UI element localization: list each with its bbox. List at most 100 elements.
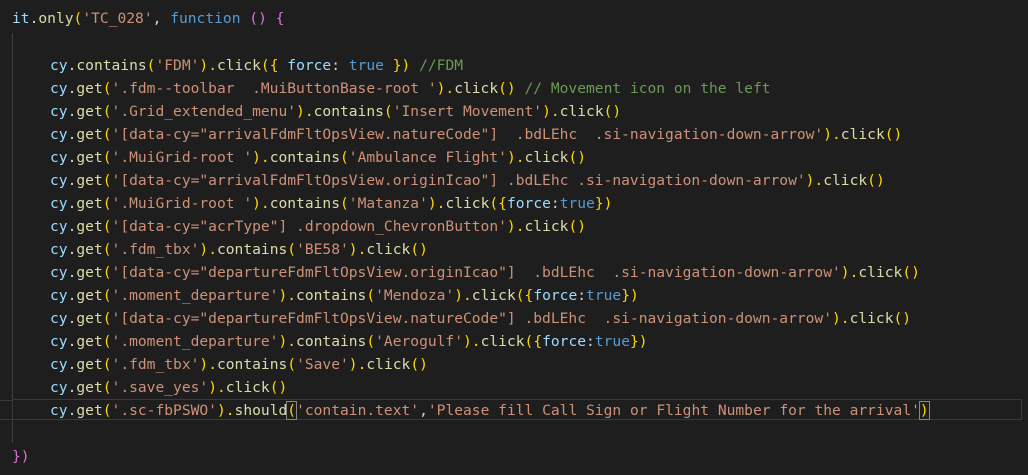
- code-token: (: [286, 401, 298, 420]
- code-line-1[interactable]: it.only('TC_028', function () {: [12, 7, 284, 30]
- code-token: '.MuiGrid-root ': [111, 195, 253, 212]
- code-token: ).: [199, 57, 217, 74]
- code-token: ).: [199, 356, 217, 373]
- code-token: ).: [840, 264, 859, 281]
- code-token: force: [533, 287, 578, 304]
- indent-guide: [12, 33, 13, 443]
- code-token: 'Mendoza': [375, 287, 455, 304]
- code-token: ): [918, 401, 930, 420]
- code-token: :: [586, 333, 595, 350]
- code-token: cy: [50, 333, 68, 350]
- code-token: 'contain.text': [296, 402, 420, 419]
- code-line-3[interactable]: cy.contains('FDM').click({ force: true }…: [50, 54, 463, 77]
- code-token: get: [76, 218, 103, 235]
- code-token: (: [102, 218, 112, 235]
- code-line-6[interactable]: cy.get('[data-cy="arrivalFdmFltOpsView.n…: [50, 123, 902, 146]
- code-token: '.save_yes': [111, 379, 209, 396]
- code-token: '[data-cy="arrivalFdmFltOpsView.originIc…: [111, 172, 806, 189]
- code-line-8[interactable]: cy.get('[data-cy="arrivalFdmFltOpsView.o…: [50, 169, 885, 192]
- code-token: click: [840, 126, 885, 143]
- code-line-20[interactable]: }): [12, 445, 30, 468]
- code-token: contains: [216, 356, 288, 373]
- code-token: '.Grid_extended_menu': [111, 103, 297, 120]
- code-line-10[interactable]: cy.get('[data-cy="acrType"] .dropdown_Ch…: [50, 215, 586, 238]
- code-line-7[interactable]: cy.get('.MuiGrid-root ').contains('Ambul…: [50, 146, 586, 169]
- code-token: ).: [832, 310, 850, 327]
- code-token: 'Save': [296, 356, 349, 373]
- code-line-12[interactable]: cy.get('[data-cy="departureFdmFltOpsView…: [50, 261, 920, 284]
- code-token: click: [366, 241, 411, 258]
- code-token: (: [102, 379, 112, 396]
- code-token: get: [76, 379, 103, 396]
- code-token: '.fdm--toolbar .MuiButtonBase-root ': [111, 80, 437, 97]
- code-token: click: [823, 172, 868, 189]
- code-token: 'Aerogulf': [375, 333, 464, 350]
- code-token: ).: [252, 195, 270, 212]
- code-token: '.fdm_tbx': [111, 356, 200, 373]
- code-token: ).: [436, 80, 455, 97]
- code-token: cy: [50, 264, 68, 281]
- code-token: ).: [805, 172, 824, 189]
- code-token: '.fdm_tbx': [111, 241, 200, 258]
- code-line-5[interactable]: cy.get('.Grid_extended_menu').contains('…: [50, 100, 621, 123]
- code-token: get: [76, 103, 103, 120]
- code-token: force: [542, 333, 587, 350]
- code-token: }): [383, 57, 411, 74]
- code-token: ({: [489, 195, 507, 212]
- code-token: ).: [296, 103, 314, 120]
- code-token: (): [867, 172, 885, 189]
- code-token: (: [102, 80, 112, 97]
- code-token: ).: [454, 287, 472, 304]
- code-token: (): [249, 10, 267, 27]
- code-token: get: [76, 402, 103, 419]
- code-token: (): [568, 218, 587, 235]
- code-token: it: [12, 10, 30, 27]
- code-token: :: [577, 287, 587, 304]
- code-token: 'Insert Movement': [392, 103, 543, 120]
- code-line-4[interactable]: cy.get('.fdm--toolbar .MuiButtonBase-roo…: [50, 77, 771, 100]
- code-token: cy: [50, 172, 68, 189]
- code-token: ).: [278, 333, 297, 350]
- code-token: click: [454, 80, 499, 97]
- code-line-11[interactable]: cy.get('.fdm_tbx').contains('BE58').clic…: [50, 238, 428, 261]
- code-token: (: [102, 310, 112, 327]
- code-token: 'FDM': [155, 57, 200, 74]
- code-token: cy: [50, 57, 68, 74]
- code-token: get: [76, 172, 103, 189]
- code-token: (: [340, 195, 349, 212]
- code-line-18-current[interactable]: cy.get('.sc-fbPSWO').should('contain.tex…: [50, 399, 930, 422]
- code-token: }): [594, 195, 613, 212]
- code-token: get: [76, 310, 103, 327]
- code-token: (): [410, 356, 428, 373]
- code-token: (: [102, 126, 112, 143]
- code-token: :: [550, 195, 560, 212]
- code-line-9[interactable]: cy.get('.MuiGrid-root ').contains('Matan…: [50, 192, 612, 215]
- line-gutter-highlight: [0, 400, 12, 420]
- code-token: (: [73, 10, 83, 27]
- code-token: '[data-cy="departureFdmFltOpsView.nature…: [111, 310, 832, 327]
- code-token: {: [275, 10, 285, 27]
- code-editor[interactable]: it.only('TC_028', function () { cy.conta…: [0, 0, 1028, 475]
- code-line-14[interactable]: cy.get('[data-cy="departureFdmFltOpsView…: [50, 307, 911, 330]
- code-token: click: [559, 103, 604, 120]
- code-token: contains: [269, 149, 340, 166]
- code-token: '[data-cy="departureFdmFltOpsView.origin…: [111, 264, 841, 281]
- code-token: '.moment_departure': [111, 287, 279, 304]
- code-line-13[interactable]: cy.get('.moment_departure').contains('Me…: [50, 284, 639, 307]
- code-token: only: [38, 10, 74, 27]
- code-line-17[interactable]: cy.get('.save_yes').click(): [50, 376, 287, 399]
- code-line-15[interactable]: cy.get('.moment_departure').contains('Ae…: [50, 330, 648, 353]
- code-token: get: [76, 287, 103, 304]
- code-token: (: [102, 264, 112, 281]
- code-token: cy: [50, 126, 68, 143]
- code-token: ).: [216, 402, 235, 419]
- code-token: click: [471, 287, 516, 304]
- code-token: true: [348, 57, 384, 74]
- code-token: 'Please fill Call Sign or Flight Number …: [427, 402, 920, 419]
- code-token: get: [76, 333, 103, 350]
- code-line-16[interactable]: cy.get('.fdm_tbx').contains('Save').clic…: [50, 353, 428, 376]
- code-token: (: [102, 241, 112, 258]
- code-token: should: [234, 402, 288, 419]
- code-token: true: [586, 287, 622, 304]
